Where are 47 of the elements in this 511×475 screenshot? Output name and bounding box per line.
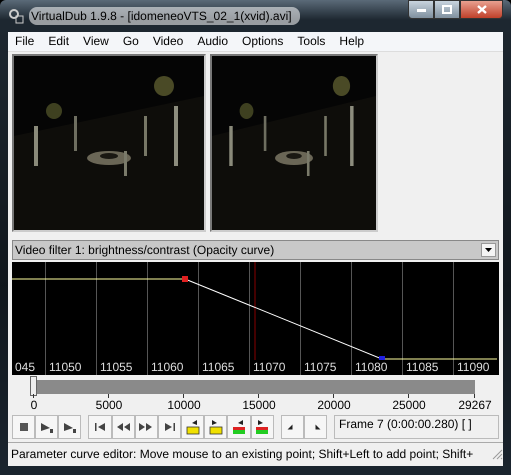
toolbar-button[interactable]	[204, 414, 228, 438]
minimize-button[interactable]	[408, 0, 434, 19]
tick-label: 20000	[317, 398, 351, 412]
dropdown-button[interactable]	[481, 243, 496, 257]
toolbar-button[interactable]	[58, 414, 82, 438]
toolbar-button[interactable]	[134, 414, 158, 438]
minimize-icon	[416, 8, 426, 12]
menu-item[interactable]: Video	[146, 32, 190, 51]
close-icon	[476, 5, 486, 14]
key-icon	[184, 418, 201, 434]
window-title: VirtualDub 1.9.8 - [idomeneoVTS_02_1(xvid).avi]	[29, 7, 300, 25]
scene-icon	[230, 418, 247, 434]
scene-icon	[254, 418, 270, 434]
frame-field[interactable]: Frame 7 (0:00:00.280) [ ]	[334, 414, 500, 438]
caret-icon	[485, 248, 492, 252]
toolbar-button[interactable]	[35, 414, 58, 438]
maximize-icon	[442, 5, 452, 14]
slider-thumb[interactable]	[30, 376, 37, 396]
menu-item[interactable]: Help	[332, 32, 372, 51]
close-button[interactable]	[460, 0, 503, 19]
toolbar-button[interactable]	[181, 414, 204, 438]
status-text: Parameter curve editor: Move mouse to an existing point; Shift+Left to add point; Shift+	[11, 447, 474, 461]
menu-item[interactable]: Tools	[290, 32, 332, 51]
tick-label: 5000	[96, 398, 122, 412]
tick-label: 10000	[167, 398, 201, 412]
tick-label: 25000	[392, 398, 426, 412]
toolbar-button[interactable]	[12, 414, 36, 438]
menu-item[interactable]: View	[76, 32, 116, 51]
tick-label: 0	[30, 398, 38, 412]
toolbar-button[interactable]	[88, 414, 112, 438]
menu-item[interactable]: Audio	[190, 32, 236, 51]
maximize-button[interactable]	[434, 0, 460, 19]
menu-item[interactable]: Go	[116, 32, 146, 51]
resize-grip-icon	[491, 448, 503, 460]
toolbar-button[interactable]	[250, 414, 274, 438]
menu-item[interactable]: Options	[235, 32, 290, 51]
app-icon	[8, 8, 24, 24]
toolbar-button[interactable]	[158, 414, 182, 438]
toolbar-button[interactable]	[112, 414, 135, 438]
toolbar-button[interactable]	[227, 414, 251, 438]
menu-item[interactable]: Edit	[41, 32, 76, 51]
tick-label: 29267	[458, 398, 492, 412]
tick-label: 15000	[242, 398, 276, 412]
filter-dropdown[interactable]: Video filter 1: brightness/contrast (Opacity curve)	[12, 240, 499, 260]
menu-item[interactable]: File	[8, 32, 42, 51]
key-icon	[208, 418, 224, 434]
curve-graph[interactable]: 045 11050 11055 11060 11065 11070 11075 11080 11085 11090	[12, 262, 499, 375]
